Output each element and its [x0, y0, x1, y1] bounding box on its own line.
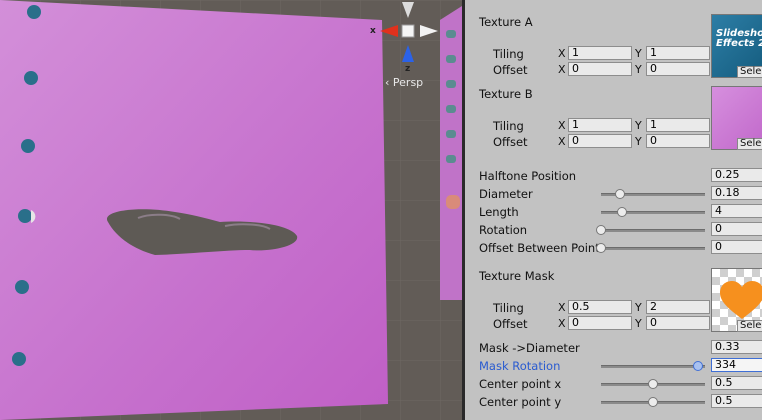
axis-y-label: Y — [635, 119, 642, 132]
diameter-label: Diameter — [479, 187, 533, 201]
rotation-slider-thumb[interactable] — [596, 225, 606, 235]
texture-b-offset-y[interactable]: 0 — [646, 134, 710, 148]
halftone-dot — [27, 5, 41, 19]
halftone-dot — [15, 280, 29, 294]
texture-a-offset-y[interactable]: 0 — [646, 62, 710, 76]
texture-a-offset-label: Offset — [493, 63, 528, 77]
diameter-slider-thumb[interactable] — [614, 189, 625, 199]
mask-diameter-field[interactable]: 0.33 — [711, 340, 762, 354]
axis-x-label: X — [558, 301, 566, 314]
texture-mask-offset-x[interactable]: 0 — [568, 316, 632, 330]
mask-rotation-slider-track[interactable] — [601, 365, 705, 368]
texture-a-tiling-label: Tiling — [493, 47, 524, 61]
texture-b-tiling-y[interactable]: 1 — [646, 118, 710, 132]
texture-mask-title: Texture Mask — [479, 269, 555, 283]
halftone-dot — [24, 71, 38, 85]
axis-y-label: Y — [635, 317, 642, 330]
center-y-slider-thumb[interactable] — [648, 397, 658, 407]
length-label: Length — [479, 205, 519, 219]
texture-mask-select-button[interactable]: Sele — [737, 320, 762, 332]
offset-between-slider-thumb[interactable] — [596, 243, 606, 253]
axis-x-label: X — [558, 47, 566, 60]
texture-b-tiling-label: Tiling — [493, 119, 524, 133]
halftone-position-label: Halftone Position — [479, 169, 577, 183]
center-point-y-field[interactable]: 0.5 — [711, 394, 762, 408]
offset-between-points-label: Offset Between Point — [479, 241, 600, 255]
axis-x-label: X — [558, 63, 566, 76]
center-point-x-field[interactable]: 0.5 — [711, 376, 762, 390]
rotation-slider-track[interactable] — [601, 229, 705, 232]
texture-b-offset-x[interactable]: 0 — [568, 134, 632, 148]
projection-text: Persp — [392, 76, 424, 89]
texture-b-offset-label: Offset — [493, 135, 528, 149]
mask-diameter-label: Mask ->Diameter — [479, 341, 580, 355]
diameter-field[interactable]: 0.18 — [711, 186, 762, 200]
texture-a-tiling-x[interactable]: 1 — [568, 46, 632, 60]
texture-mask-tiling-y[interactable]: 2 — [646, 300, 710, 314]
halftone-dot — [18, 209, 32, 223]
halftone-dot — [21, 139, 35, 153]
halftone-dot — [12, 352, 26, 366]
gizmo-z-label: z — [405, 64, 411, 74]
mask-rotation-label: Mask Rotation — [479, 359, 561, 373]
offset-between-field[interactable]: 0 — [711, 240, 762, 254]
halftone-position-field[interactable]: 0.25 — [711, 168, 762, 182]
scene-canvas[interactable] — [0, 0, 462, 420]
offset-between-slider-track[interactable] — [601, 247, 705, 250]
axis-x-label: X — [558, 317, 566, 330]
scene-view[interactable]: x z ‹ Persp — [0, 0, 462, 420]
mask-rotation-field[interactable]: 334 — [711, 358, 762, 372]
texture-mask-tiling-x[interactable]: 0.5 — [568, 300, 632, 314]
length-slider-thumb[interactable] — [616, 207, 627, 217]
center-point-x-label: Center point x — [479, 377, 562, 391]
side-object — [440, 6, 462, 300]
texture-a-thumb-text: Slideshow Effects 2 — [716, 28, 762, 49]
center-x-slider-thumb[interactable] — [648, 379, 658, 389]
axis-y-label: Y — [635, 135, 642, 148]
rotation-field[interactable]: 0 — [711, 222, 762, 236]
length-field[interactable]: 4 — [711, 204, 762, 218]
axis-y-label: Y — [635, 63, 642, 76]
axis-x-label: X — [558, 135, 566, 148]
texture-a-tiling-y[interactable]: 1 — [646, 46, 710, 60]
axis-y-label: Y — [635, 47, 642, 60]
texture-b-select-button[interactable]: Sele — [737, 138, 762, 150]
texture-mask-tiling-label: Tiling — [493, 301, 524, 315]
rotation-label: Rotation — [479, 223, 528, 237]
gizmo-x-label: x — [370, 26, 376, 36]
halftone-plane — [0, 0, 388, 420]
texture-a-offset-x[interactable]: 0 — [568, 62, 632, 76]
material-inspector: Texture A Tiling Offset X 1 Y 1 X 0 Y 0 … — [465, 0, 762, 420]
texture-a-title: Texture A — [479, 15, 533, 29]
center-point-y-label: Center point y — [479, 395, 562, 409]
texture-mask-offset-label: Offset — [493, 317, 528, 331]
texture-mask-offset-y[interactable]: 0 — [646, 316, 710, 330]
mask-rotation-slider-thumb[interactable] — [692, 361, 703, 371]
texture-a-select-button[interactable]: Sele — [737, 66, 762, 78]
axis-y-label: Y — [635, 301, 642, 314]
texture-b-tiling-x[interactable]: 1 — [568, 118, 632, 132]
texture-b-title: Texture B — [479, 87, 533, 101]
axis-x-label: X — [558, 119, 566, 132]
projection-label[interactable]: ‹ Persp — [385, 76, 423, 89]
